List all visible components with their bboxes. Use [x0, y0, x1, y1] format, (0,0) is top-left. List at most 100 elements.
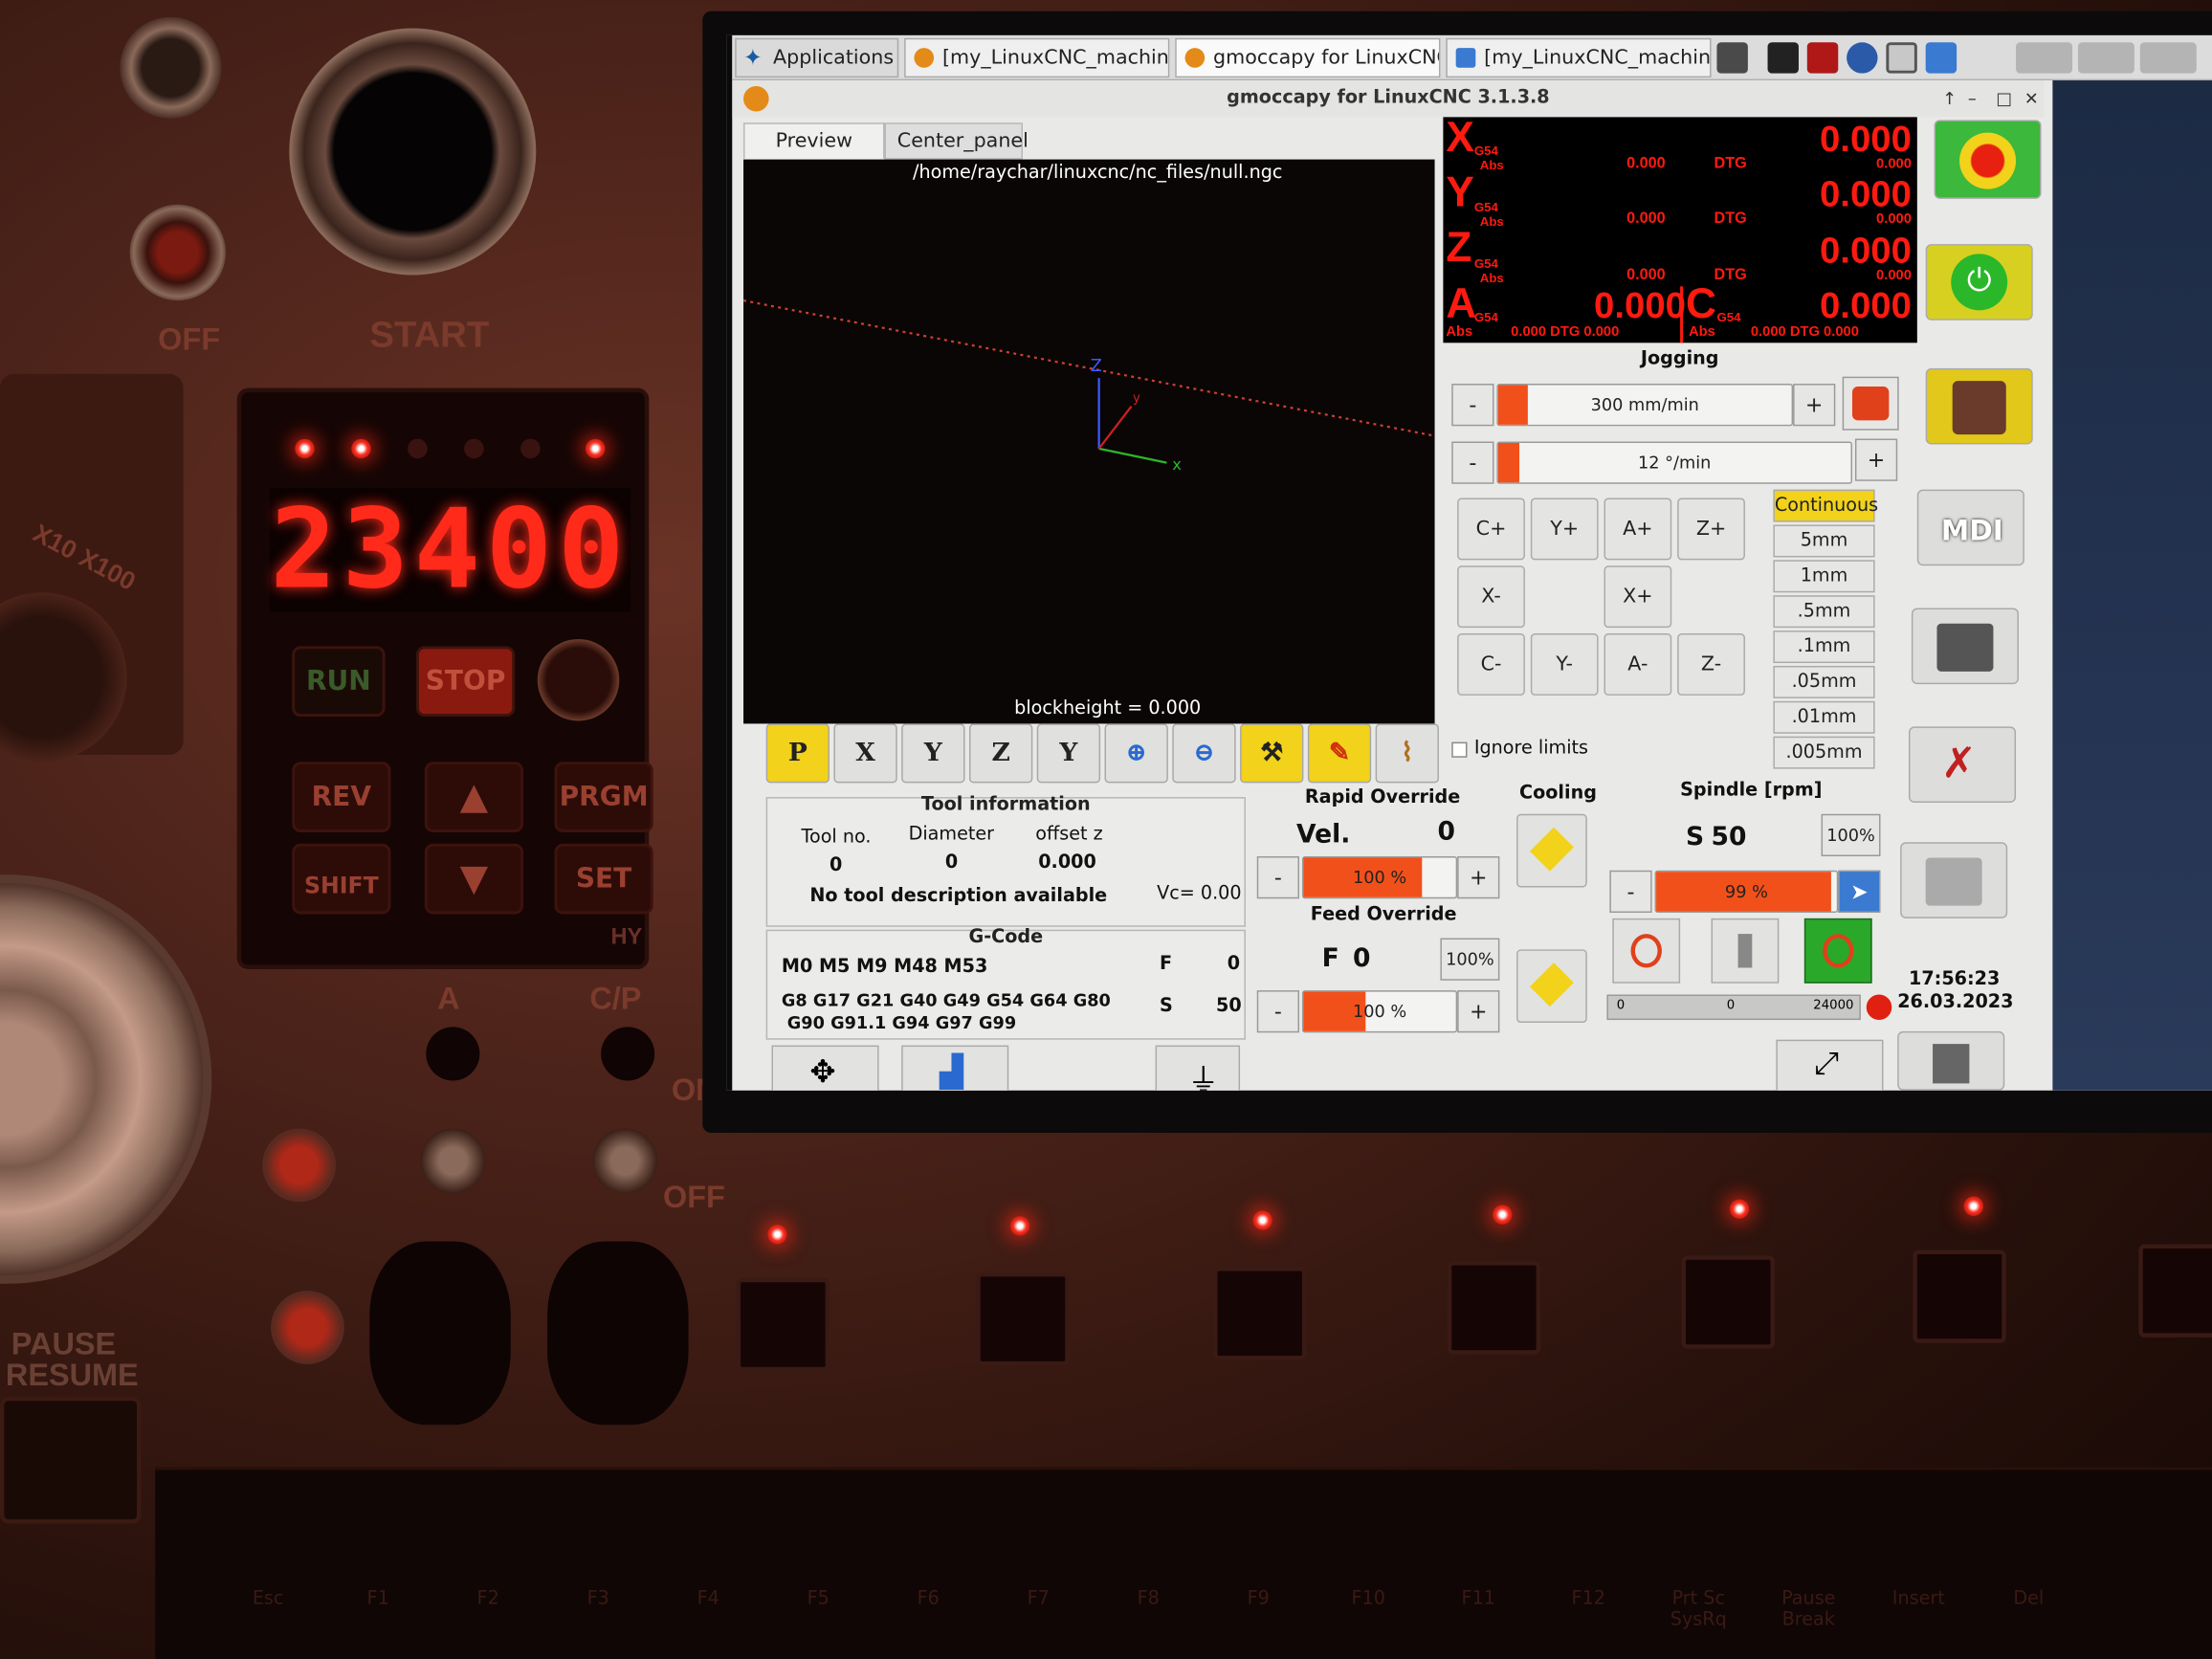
jog-x-plus[interactable]: X+: [1604, 565, 1672, 629]
jog-angular-plus[interactable]: +: [1854, 438, 1898, 481]
fkey-9[interactable]: F9: [1216, 1588, 1300, 1609]
increment-5mm[interactable]: 5mm: [1773, 524, 1875, 558]
minimize-icon[interactable]: –: [1968, 80, 1977, 117]
spindle-slider[interactable]: 99 %: [1654, 870, 1839, 913]
pause-resume-button[interactable]: [0, 1396, 142, 1524]
vfd-shift-button[interactable]: SHIFT: [292, 843, 391, 915]
function-key-4[interactable]: [1447, 1261, 1541, 1355]
increment-1mm[interactable]: 1mm: [1773, 560, 1875, 593]
home-button[interactable]: ✥: [771, 1045, 879, 1091]
spindle-stop-button[interactable]: [1711, 918, 1780, 984]
off-button[interactable]: [129, 204, 226, 301]
function-key-3[interactable]: [1213, 1267, 1307, 1360]
view-y-button[interactable]: Y: [901, 723, 965, 784]
jog-angular-slider[interactable]: 12 °/min: [1496, 441, 1853, 484]
fkey-3[interactable]: F3: [556, 1588, 640, 1609]
jog-a-plus[interactable]: A+: [1604, 498, 1672, 561]
vfd-prgm-button[interactable]: PRGM: [554, 762, 653, 832]
jog-speed-slider[interactable]: 300 mm/min: [1496, 384, 1794, 427]
spindle-cw-button[interactable]: [1803, 918, 1872, 984]
fkey-15[interactable]: Insert: [1876, 1588, 1960, 1609]
handwheel[interactable]: [0, 874, 212, 1284]
files-icon[interactable]: [1925, 42, 1958, 74]
vfd-set-button[interactable]: SET: [554, 843, 653, 915]
fkey-14[interactable]: Pause Break: [1766, 1588, 1850, 1630]
vfd-down-button[interactable]: ▼: [424, 843, 524, 915]
vfd-speed-knob[interactable]: [537, 638, 620, 721]
maximize-icon[interactable]: □: [1996, 80, 2012, 117]
jog-c-minus[interactable]: C-: [1457, 633, 1525, 696]
switch-cp[interactable]: [601, 1027, 655, 1081]
fkey-13[interactable]: Prt Sc SysRq: [1656, 1588, 1740, 1630]
gcode-preview[interactable]: /home/raychar/linuxcnc/nc_files/null.ngc…: [743, 159, 1435, 724]
switch-a[interactable]: [426, 1027, 480, 1081]
jog-y-minus[interactable]: Y-: [1530, 633, 1599, 696]
feed-plus[interactable]: +: [1457, 990, 1500, 1033]
search-icon[interactable]: [1886, 42, 1917, 74]
terminal-icon[interactable]: [1767, 42, 1799, 74]
fkey-16[interactable]: Del: [1986, 1588, 2070, 1609]
vfd-run-button[interactable]: RUN: [292, 646, 386, 718]
view-x-button[interactable]: X: [833, 723, 897, 784]
jog-a-minus[interactable]: A-: [1604, 633, 1672, 696]
jog-angular-minus[interactable]: -: [1451, 441, 1494, 484]
task-3[interactable]: [my_LinuxCNC_machine...: [1446, 37, 1712, 78]
workspace-1[interactable]: [2016, 42, 2073, 74]
browser-icon[interactable]: [1847, 42, 1878, 74]
increment-0-5mm[interactable]: .5mm: [1773, 595, 1875, 629]
jog-speed-plus[interactable]: +: [1793, 384, 1836, 427]
workspace-3[interactable]: [2139, 42, 2197, 74]
settings-button[interactable]: ✗: [1908, 726, 2017, 803]
function-key-2[interactable]: [976, 1272, 1070, 1366]
up-icon[interactable]: ↑: [1942, 80, 1957, 117]
function-key-1[interactable]: [736, 1277, 830, 1372]
spindle-minus[interactable]: -: [1609, 870, 1652, 913]
toggle-left[interactable]: [420, 1128, 486, 1194]
show-path-button[interactable]: ✎: [1307, 723, 1372, 784]
zoom-in-button[interactable]: ⊕: [1104, 723, 1168, 784]
emergency-button[interactable]: [120, 16, 222, 119]
zoom-out-button[interactable]: ⊖: [1172, 723, 1236, 784]
auto-mode-button[interactable]: [1911, 608, 2019, 685]
fkey-6[interactable]: F6: [886, 1588, 970, 1609]
clear-plot-button[interactable]: ⌇: [1375, 723, 1439, 784]
manual-mode-button[interactable]: [1925, 367, 2033, 445]
view-y2-button[interactable]: Y: [1036, 723, 1101, 784]
fkey-10[interactable]: F10: [1326, 1588, 1410, 1609]
estop-button[interactable]: [1934, 120, 2042, 199]
view-p-button[interactable]: P: [765, 723, 830, 784]
feed-knob[interactable]: [369, 1241, 511, 1426]
ignore-limits-checkbox[interactable]: [1451, 741, 1468, 758]
workspace-2[interactable]: [2077, 42, 2135, 74]
vfd-stop-button[interactable]: STOP: [415, 646, 516, 718]
function-key-5[interactable]: [1681, 1255, 1775, 1349]
jog-z-plus[interactable]: Z+: [1677, 498, 1745, 561]
vfd-rev-button[interactable]: REV: [292, 762, 391, 832]
feed-minus[interactable]: -: [1256, 990, 1300, 1033]
show-tool-button[interactable]: ⚒: [1240, 723, 1304, 784]
stop-icon[interactable]: [1806, 42, 1839, 74]
applications-menu[interactable]: ✦ Applications: [735, 37, 899, 78]
machine-on-button[interactable]: ⏻: [1925, 244, 2033, 321]
tool-change-button[interactable]: ⏚: [1155, 1045, 1241, 1091]
spindle-ccw-button[interactable]: [1612, 918, 1681, 984]
jog-z-minus[interactable]: Z-: [1677, 633, 1745, 696]
flood-button[interactable]: [1516, 813, 1587, 888]
function-key-7[interactable]: [2138, 1244, 2212, 1338]
fkey-1[interactable]: F1: [336, 1588, 420, 1609]
fkey-12[interactable]: F12: [1546, 1588, 1630, 1609]
minus-button[interactable]: [271, 1291, 344, 1364]
close-icon[interactable]: ✕: [2024, 80, 2039, 117]
function-key-6[interactable]: [1913, 1250, 2006, 1343]
rapid-plus[interactable]: +: [1457, 856, 1500, 899]
feed-slider[interactable]: 100 %: [1301, 990, 1458, 1033]
feed-reset-button[interactable]: 100%: [1440, 938, 1500, 981]
task-2[interactable]: gmoccapy for LinuxCNC...: [1175, 37, 1441, 78]
view-z-button[interactable]: Z: [968, 723, 1033, 784]
fullscreen-button[interactable]: ⤢: [1776, 1039, 1884, 1091]
increment-0-01mm[interactable]: .01mm: [1773, 700, 1875, 734]
fkey-2[interactable]: F2: [446, 1588, 530, 1609]
task-1[interactable]: [my_LinuxCNC_machine...: [904, 37, 1170, 78]
rapid-minus[interactable]: -: [1256, 856, 1300, 899]
plus-button[interactable]: [262, 1128, 336, 1203]
